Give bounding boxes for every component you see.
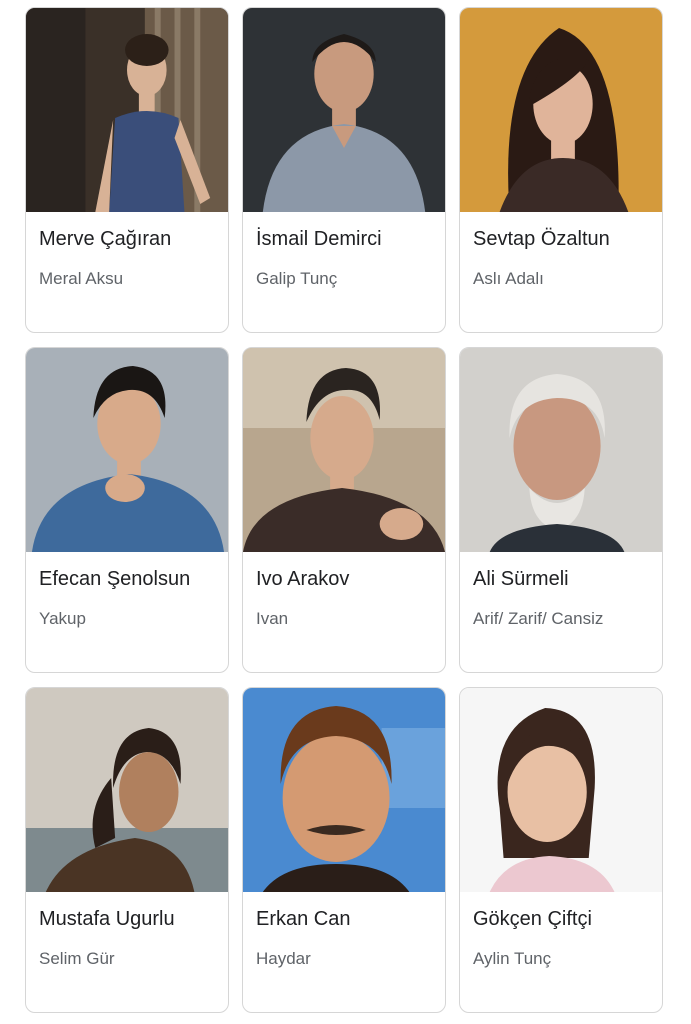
actor-name: Sevtap Özaltun — [473, 228, 610, 250]
actor-photo — [26, 8, 228, 212]
cast-card[interactable]: Sevtap Özaltun Aslı Adalı — [459, 7, 663, 333]
character-name: Aslı Adalı — [473, 269, 544, 288]
actor-name: Ali Sürmeli — [473, 568, 569, 590]
actor-photo — [243, 8, 445, 212]
cast-card[interactable]: Merve Çağıran Meral Aksu — [25, 7, 229, 333]
cast-card[interactable]: Mustafa Ugurlu Selim Gür — [25, 687, 229, 1013]
cast-card[interactable]: Ivo Arakov Ivan — [242, 347, 446, 673]
actor-photo — [26, 688, 228, 892]
cast-card[interactable]: Erkan Can Haydar — [242, 687, 446, 1013]
character-name: Galip Tunç — [256, 269, 338, 288]
character-name: Yakup — [39, 609, 86, 628]
cast-card[interactable]: Ali Sürmeli Arif/ Zarif/ Cansiz — [459, 347, 663, 673]
cast-card[interactable]: Gökçen Çiftçi Aylin Tunç — [459, 687, 663, 1013]
character-name: Aylin Tunç — [473, 949, 552, 968]
character-name: Ivan — [256, 609, 289, 628]
actor-photo — [243, 688, 445, 892]
cast-grid: Merve Çağıran Meral Aksu İsmail Demirci … — [0, 0, 691, 1024]
actor-photo — [460, 688, 662, 892]
actor-photo — [243, 348, 445, 552]
character-name: Selim Gür — [39, 949, 115, 968]
character-name: Arif/ Zarif/ Cansiz — [473, 609, 604, 628]
actor-photo — [460, 8, 662, 212]
actor-name: Mustafa Ugurlu — [39, 908, 175, 930]
character-name: Haydar — [256, 949, 311, 968]
actor-name: Gökçen Çiftçi — [473, 908, 592, 930]
actor-name: Ivo Arakov — [256, 568, 350, 590]
actor-name: İsmail Demirci — [256, 228, 382, 250]
actor-photo — [26, 348, 228, 552]
actor-name: Efecan Şenolsun — [39, 568, 191, 590]
actor-name: Erkan Can — [256, 908, 351, 930]
cast-card[interactable]: İsmail Demirci Galip Tunç — [242, 7, 446, 333]
actor-photo — [460, 348, 662, 552]
cast-card[interactable]: Efecan Şenolsun Yakup — [25, 347, 229, 673]
actor-name: Merve Çağıran — [39, 228, 172, 250]
character-name: Meral Aksu — [39, 269, 124, 288]
